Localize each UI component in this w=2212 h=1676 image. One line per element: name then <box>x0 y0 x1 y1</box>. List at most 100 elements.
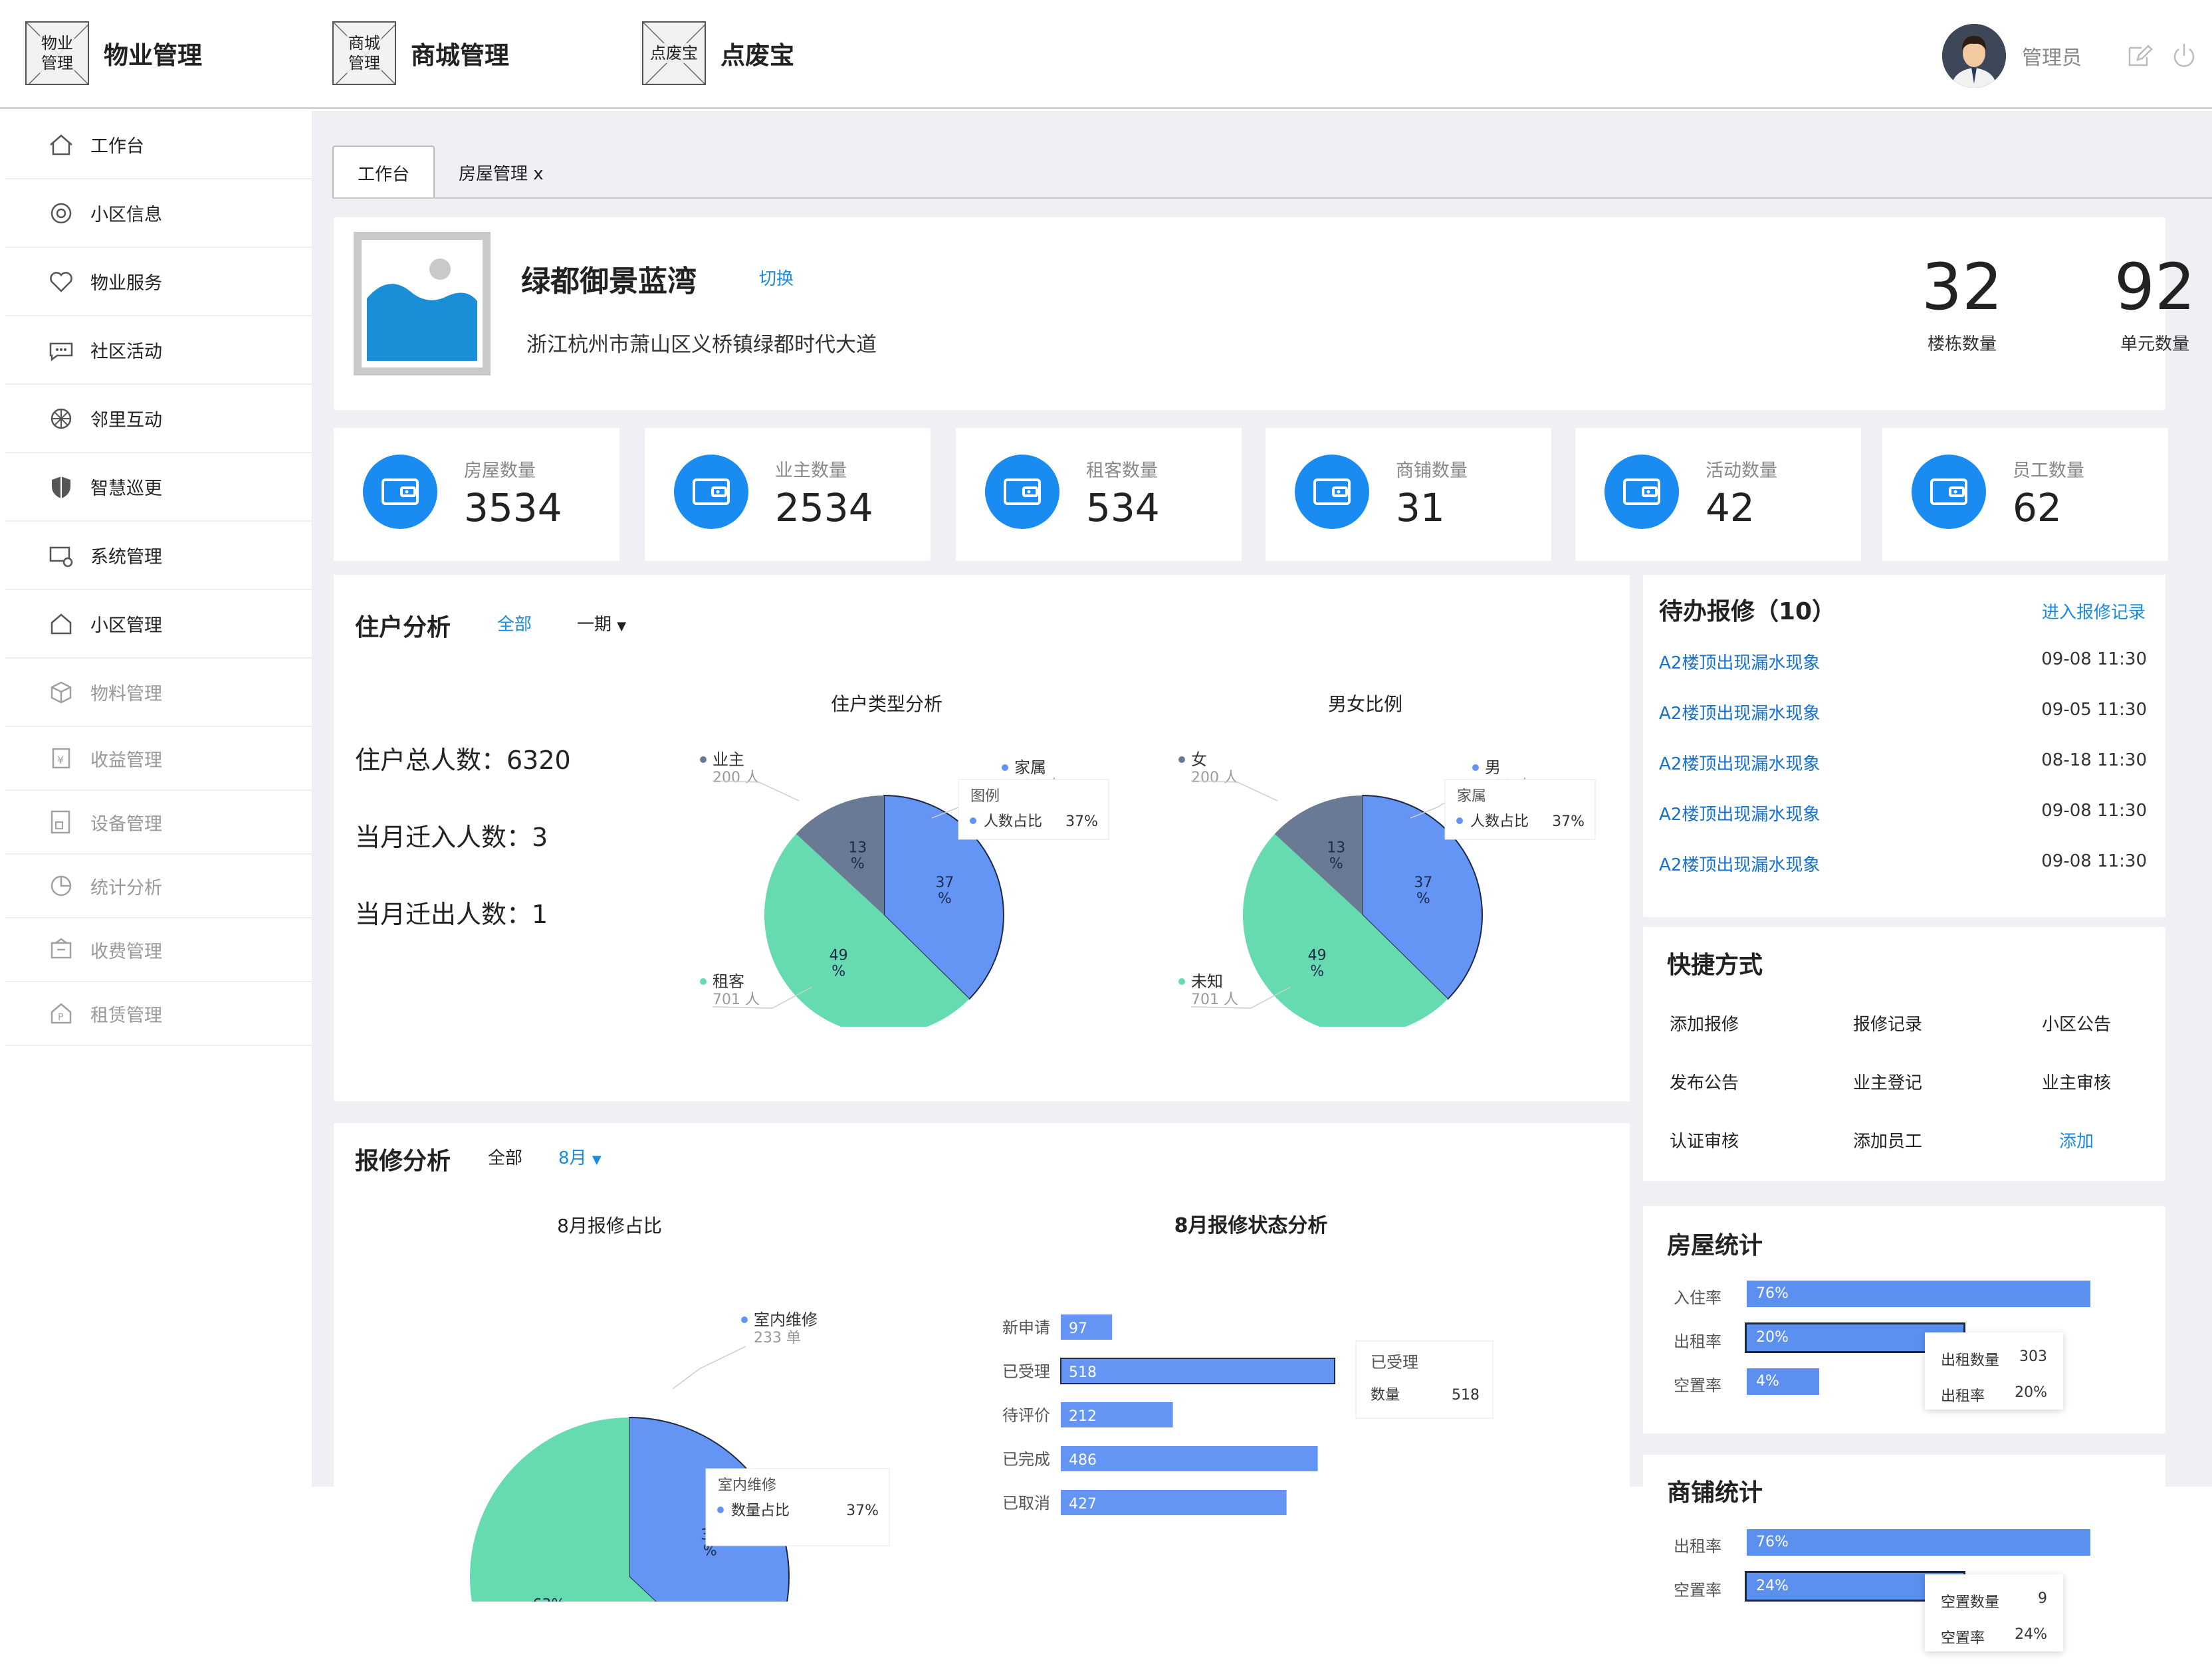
progress-label: 出租率 <box>1674 1332 1721 1351</box>
progress-label: 空置率 <box>1674 1581 1721 1600</box>
sidebar-item-1[interactable]: 工作台 <box>5 111 312 179</box>
todo-repair-title: A2楼顶出现漏水现象 <box>1659 805 1821 825</box>
wallet-icon <box>1912 455 1986 529</box>
repair-records-link[interactable]: 进入报修记录 <box>2042 599 2146 623</box>
filter-all[interactable]: 全部 <box>497 611 532 635</box>
filter-month-dropdown[interactable]: 8月 ▼ <box>558 1144 602 1169</box>
tab-divider <box>332 197 2212 199</box>
tooltip-value: 24% <box>2015 1626 2047 1643</box>
sidebar-item-5[interactable]: 邻里互动 <box>5 385 312 453</box>
tooltip-key: 出租率 <box>1941 1388 1985 1405</box>
shortcut-item[interactable]: 添加报修 <box>1670 1011 1739 1035</box>
neighbor-icon <box>47 404 76 433</box>
slice-percent-unit: % <box>1416 890 1430 907</box>
stat-value: 42 <box>1706 485 1755 530</box>
tooltip-value: 37% <box>846 1503 879 1519</box>
slice-percent-label: 63% <box>532 1596 565 1602</box>
slice-percent-label: 49 <box>830 948 848 964</box>
shortcut-item[interactable]: 业主审核 <box>2042 1069 2111 1094</box>
sidebar-item-11[interactable]: 设备管理 <box>5 791 312 855</box>
tab-house-management[interactable]: 房屋管理 x <box>435 146 568 199</box>
sidebar-item-label: 统计分析 <box>90 877 162 898</box>
todo-repair-item[interactable]: A2楼顶出现漏水现象 09-05 11:30 <box>1659 700 2147 726</box>
sidebar-item-9[interactable]: 物料管理 <box>5 659 312 727</box>
stat-progress-row: 空置率 24% <box>1674 1571 2152 1602</box>
sidebar-item-12[interactable]: 统计分析 <box>5 855 312 918</box>
stat-progress-row: 空置率 4% <box>1674 1368 2152 1395</box>
legend-dot <box>1472 764 1479 771</box>
module-title: 商城管理 <box>411 41 509 70</box>
tooltip-key: 出租数量 <box>1941 1352 2000 1369</box>
stat-card: 活动数量 42 <box>1575 428 1861 561</box>
tooltip-label: 人数占比 <box>1470 813 1529 830</box>
shortcut-item[interactable]: 报修记录 <box>1853 1011 1922 1035</box>
sidebar-item-14[interactable]: P 租赁管理 <box>5 982 312 1046</box>
rent-icon: P <box>47 999 76 1028</box>
sidebar-item-7[interactable]: 系统管理 <box>5 522 312 590</box>
todo-repair-item[interactable]: A2楼顶出现漏水现象 09-08 11:30 <box>1659 649 2147 676</box>
module-title: 物业管理 <box>104 41 202 70</box>
switch-project-link[interactable]: 切换 <box>759 265 794 290</box>
todo-repair-item[interactable]: A2楼顶出现漏水现象 09-08 11:30 <box>1659 801 2147 827</box>
svg-text:P: P <box>58 1012 63 1023</box>
tooltip-dot <box>970 817 976 824</box>
slice-value-label: 701 人 <box>713 992 760 1008</box>
tooltip-dot <box>717 1507 724 1513</box>
moved-out: 当月迁出人数：1 <box>355 900 548 929</box>
module-property[interactable]: 物业 管理 物业管理 <box>25 21 202 85</box>
filter-month-label: 8月 <box>558 1148 587 1168</box>
heart-service-icon <box>47 267 76 296</box>
resident-analysis-title: 住户分析 <box>355 614 451 641</box>
shop-stats-tooltip: 空置数量 9 空置率 24% <box>1925 1574 2063 1651</box>
sidebar-item-10[interactable]: ¥ 收益管理 <box>5 727 312 791</box>
progress-label: 空置率 <box>1674 1376 1721 1395</box>
bar-value-label: 518 <box>1069 1364 1097 1381</box>
bar[interactable] <box>1061 1446 1318 1471</box>
tab-workbench[interactable]: 工作台 <box>332 146 435 199</box>
sidebar-item-2[interactable]: 小区信息 <box>5 179 312 248</box>
todo-repair-title: A2楼顶出现漏水现象 <box>1659 855 1821 875</box>
avatar[interactable] <box>1942 24 2006 88</box>
bar-value-label: 427 <box>1069 1496 1097 1513</box>
shortcut-item[interactable]: 添加员工 <box>1853 1128 1922 1152</box>
stat-label: 租客数量 <box>1086 461 1158 481</box>
shortcut-item[interactable]: 认证审核 <box>1670 1128 1739 1152</box>
chart-title: 住户类型分析 <box>831 693 942 715</box>
shortcut-item[interactable]: 小区公告 <box>2042 1011 2111 1035</box>
stat-label: 业主数量 <box>775 461 847 481</box>
main-area: 工作台 房屋管理 x 绿都御景蓝湾 切换 浙江杭州市萧山区义桥镇绿都时代大道 3… <box>312 111 2212 1659</box>
filter-all[interactable]: 全部 <box>488 1144 522 1169</box>
user-name: 管理员 <box>2022 47 2082 70</box>
sidebar-item-6[interactable]: 智慧巡更 <box>5 453 312 522</box>
todo-repair-item[interactable]: A2楼顶出现漏水现象 09-08 11:30 <box>1659 851 2147 878</box>
sidebar-item-8[interactable]: 小区管理 <box>5 590 312 659</box>
power-icon[interactable] <box>2169 41 2199 70</box>
shortcut-item[interactable]: 添加 <box>2059 1128 2094 1152</box>
sidebar-item-label: 物业服务 <box>90 273 162 294</box>
todo-repairs-panel: 待办报修（10） 进入报修记录 A2楼顶出现漏水现象 09-08 11:30 A2楼… <box>1643 575 2165 917</box>
shortcut-item[interactable]: 业主登记 <box>1853 1069 1922 1094</box>
module-mall[interactable]: 商城 管理 商城管理 <box>332 21 509 85</box>
sidebar-item-13[interactable]: 收费管理 <box>5 918 312 982</box>
top-bar: 物业 管理 物业管理 商城 管理 商城管理 点废宝 点废宝 管理员 <box>0 0 2212 109</box>
filter-period-dropdown[interactable]: 一期 ▼ <box>577 611 626 635</box>
module-recycle[interactable]: 点废宝 点废宝 <box>642 21 794 85</box>
stat-progress-row: 出租率 76% <box>1674 1529 2152 1556</box>
module-icon-text: 点废宝 <box>649 43 699 63</box>
device-icon <box>47 807 76 837</box>
todo-repair-item[interactable]: A2楼顶出现漏水现象 08-18 11:30 <box>1659 750 2147 777</box>
tooltip-key: 空置率 <box>1941 1630 1985 1647</box>
legend-dot <box>700 756 707 763</box>
sidebar-item-label: 收费管理 <box>90 941 162 962</box>
bar[interactable] <box>1060 1358 1335 1384</box>
yuan-icon: ¥ <box>47 744 76 773</box>
progress-bar: 76% <box>1747 1529 2090 1556</box>
shortcut-item[interactable]: 发布公告 <box>1670 1069 1739 1094</box>
edit-icon[interactable] <box>2124 41 2154 70</box>
slice-percent-label: 37 <box>935 875 954 891</box>
slice-value-label: 233 单 <box>754 1330 801 1346</box>
bar-value-label: 486 <box>1069 1452 1097 1469</box>
building-count-label: 楼栋数量 <box>1927 334 1997 354</box>
sidebar-item-4[interactable]: 社区活动 <box>5 316 312 385</box>
sidebar-item-3[interactable]: 物业服务 <box>5 248 312 316</box>
